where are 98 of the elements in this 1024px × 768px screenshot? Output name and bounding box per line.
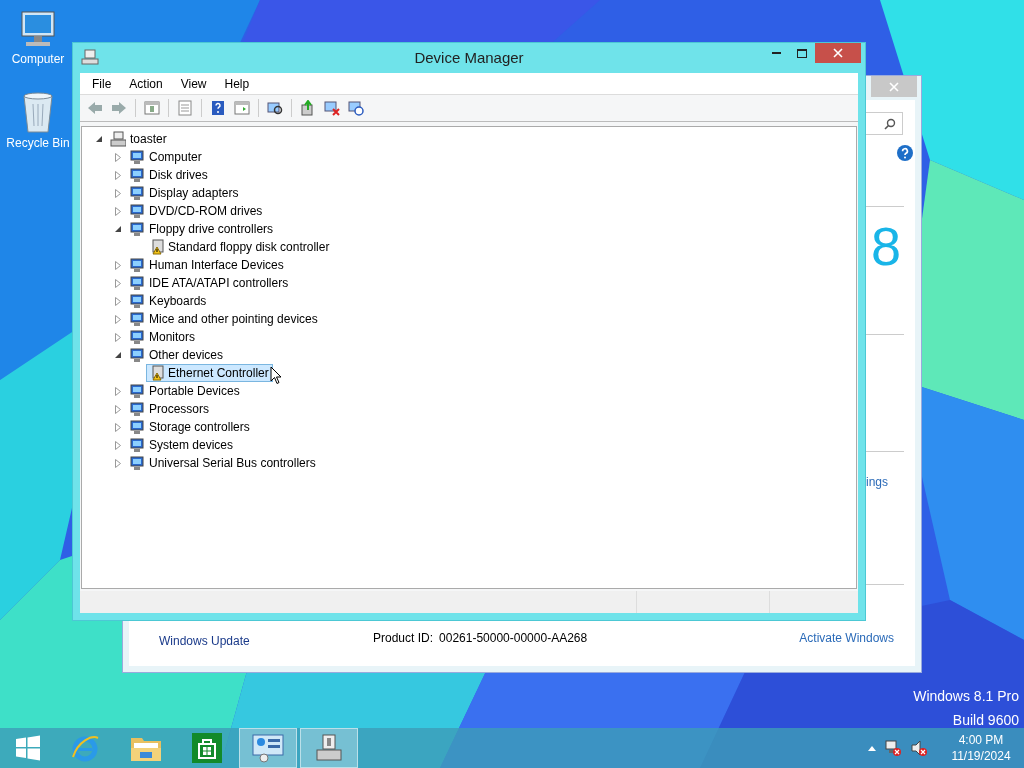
device-manager-icon: [314, 733, 344, 763]
desktop-icon-label[interactable]: Recycle Bin: [6, 134, 70, 152]
expand-arrow-icon[interactable]: [115, 386, 121, 396]
os-watermark-text: Windows 8.1 Pro: [913, 687, 1019, 706]
tree-item[interactable]: DVD/CD-ROM drives: [127, 202, 267, 220]
minimize-icon: [771, 51, 781, 55]
uninstall-icon: [324, 100, 340, 116]
taskbar-button[interactable]: [300, 728, 358, 768]
tree-item[interactable]: Ethernet Controller: [146, 364, 273, 382]
menu-item[interactable]: Help: [216, 74, 258, 93]
forward-icon: [111, 100, 127, 116]
clock[interactable]: 4:00 PM 11/19/2024: [946, 732, 1016, 764]
expand-arrow-icon[interactable]: [115, 404, 121, 414]
expand-arrow-icon[interactable]: [115, 332, 121, 342]
menu-item[interactable]: File: [84, 74, 120, 93]
enable-device-icon: [348, 100, 364, 116]
expand-arrow-icon[interactable]: [115, 422, 121, 432]
device-icon: [129, 149, 145, 165]
device-icon: [129, 383, 145, 399]
device-icon: [129, 275, 145, 291]
collapse-arrow-icon[interactable]: [114, 351, 122, 359]
expand-arrow-icon[interactable]: [115, 152, 121, 162]
tree-item[interactable]: Floppy drive controllers: [127, 220, 278, 238]
computer-icon: [81, 49, 99, 65]
device-icon: [129, 401, 145, 417]
show-hidden-icons-icon[interactable]: [868, 745, 876, 751]
expand-arrow-icon[interactable]: [115, 278, 121, 288]
tree-item[interactable]: Disk drives: [127, 166, 212, 184]
store-icon: [192, 733, 222, 763]
expand-arrow-icon[interactable]: [115, 440, 121, 450]
device-icon: [129, 293, 145, 309]
panel-icon: [234, 100, 250, 116]
tree-item[interactable]: Human Interface Devices: [127, 256, 288, 274]
tree-item[interactable]: Keyboards: [127, 292, 211, 310]
device-icon: [129, 203, 145, 219]
logo-text: 8: [871, 219, 902, 273]
help-icon: [210, 100, 226, 116]
tree-item[interactable]: Computer: [127, 148, 206, 166]
expand-arrow-icon[interactable]: [115, 260, 121, 270]
tree-item[interactable]: Other devices: [127, 346, 228, 364]
os-watermark-text: Build 9600: [952, 711, 1019, 730]
panel-icon: [144, 100, 160, 116]
device-icon: [129, 167, 145, 183]
device-icon: [129, 455, 145, 471]
tree-item[interactable]: Storage controllers: [127, 418, 254, 436]
tree-item[interactable]: Mice and other pointing devices: [127, 310, 322, 328]
tree-item[interactable]: Portable Devices: [127, 382, 244, 400]
device-icon: [129, 347, 145, 363]
tree-item[interactable]: Processors: [127, 400, 214, 418]
search-icon: [884, 117, 896, 130]
pointer-icon: [270, 366, 282, 385]
tree-item[interactable]: System devices: [127, 436, 238, 454]
menu-item[interactable]: View: [172, 74, 215, 93]
device-icon: [129, 311, 145, 327]
expand-arrow-icon[interactable]: [115, 170, 121, 180]
expand-arrow-icon[interactable]: [115, 296, 121, 306]
desktop-icon-label[interactable]: Computer: [11, 50, 65, 68]
tree-item[interactable]: Monitors: [127, 328, 199, 346]
tree-item[interactable]: Display adapters: [127, 184, 243, 202]
device-icon: [129, 185, 145, 201]
browser-icon: [70, 733, 100, 763]
update-driver-icon: [300, 100, 316, 116]
window-title: Device Manager: [414, 47, 524, 68]
back-icon: [87, 100, 103, 116]
start-icon: [15, 735, 41, 761]
scan-icon: [267, 100, 283, 116]
expand-arrow-icon[interactable]: [115, 458, 121, 468]
product-id-label: Product ID:: [373, 630, 434, 647]
activate-windows-link[interactable]: Activate Windows: [799, 629, 894, 647]
properties-icon: [177, 100, 193, 116]
expand-arrow-icon[interactable]: [115, 188, 121, 198]
device-icon: [129, 419, 145, 435]
help-icon[interactable]: [897, 145, 913, 161]
taskbar-button[interactable]: [239, 728, 297, 768]
device-icon: [129, 329, 145, 345]
network-error-icon[interactable]: [884, 739, 902, 757]
device-icon: [129, 221, 145, 237]
device-icon: [129, 257, 145, 273]
control-panel-icon: [252, 733, 284, 763]
speaker-muted-icon[interactable]: [910, 739, 928, 757]
menu-item[interactable]: Action: [121, 74, 171, 93]
close-icon: [833, 48, 843, 58]
settings-link[interactable]: ings: [866, 473, 888, 491]
device-icon: [129, 437, 145, 453]
tree-item[interactable]: IDE ATA/ATAPI controllers: [127, 274, 293, 292]
maximize-icon: [797, 48, 807, 58]
tree-item[interactable]: Standard floppy disk controller: [146, 238, 334, 256]
windows-update-link[interactable]: Windows Update: [159, 632, 250, 650]
search-field[interactable]: [863, 112, 903, 135]
tree-item[interactable]: toaster: [108, 130, 171, 148]
expand-arrow-icon[interactable]: [115, 314, 121, 324]
collapse-arrow-icon[interactable]: [95, 135, 103, 143]
collapse-arrow-icon[interactable]: [114, 225, 122, 233]
computer-icon: [110, 131, 126, 147]
tree-item[interactable]: Universal Serial Bus controllers: [127, 454, 320, 472]
expand-arrow-icon[interactable]: [115, 206, 121, 216]
close-icon: [889, 81, 899, 92]
product-id: 00261-50000-00000-AA268: [439, 630, 588, 647]
